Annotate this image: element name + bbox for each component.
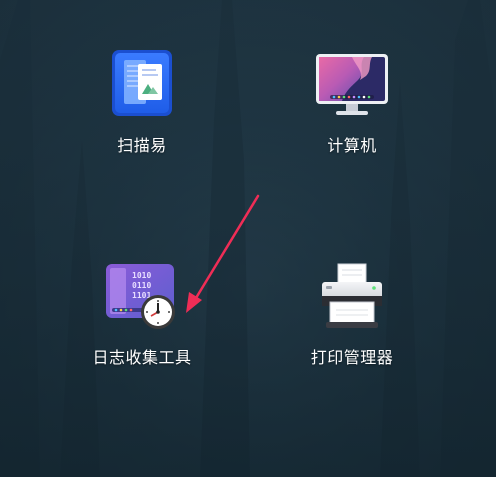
svg-text:0110: 0110 (132, 281, 151, 290)
desktop-icon-label: 计算机 (327, 136, 377, 155)
desktop-icon-computer[interactable]: 计算机 (282, 44, 422, 164)
scanner-document-icon (102, 44, 182, 124)
desktop-icon-label: 扫描易 (117, 136, 167, 155)
computer-monitor-icon (312, 44, 392, 124)
desktop-icon-label: 打印管理器 (310, 348, 394, 367)
log-collector-clock-icon: 1010 0110 1101 (102, 256, 182, 336)
printer-icon (312, 256, 392, 336)
svg-text:1010: 1010 (132, 271, 151, 280)
desktop-icon-log-collector[interactable]: 1010 0110 1101 日志收集工具 (72, 256, 212, 376)
desktop-icon-scanner[interactable]: 扫描易 (72, 44, 212, 164)
desktop-icon-printer-manager[interactable]: 打印管理器 (282, 256, 422, 376)
desktop-icon-label: 日志收集工具 (92, 348, 192, 367)
